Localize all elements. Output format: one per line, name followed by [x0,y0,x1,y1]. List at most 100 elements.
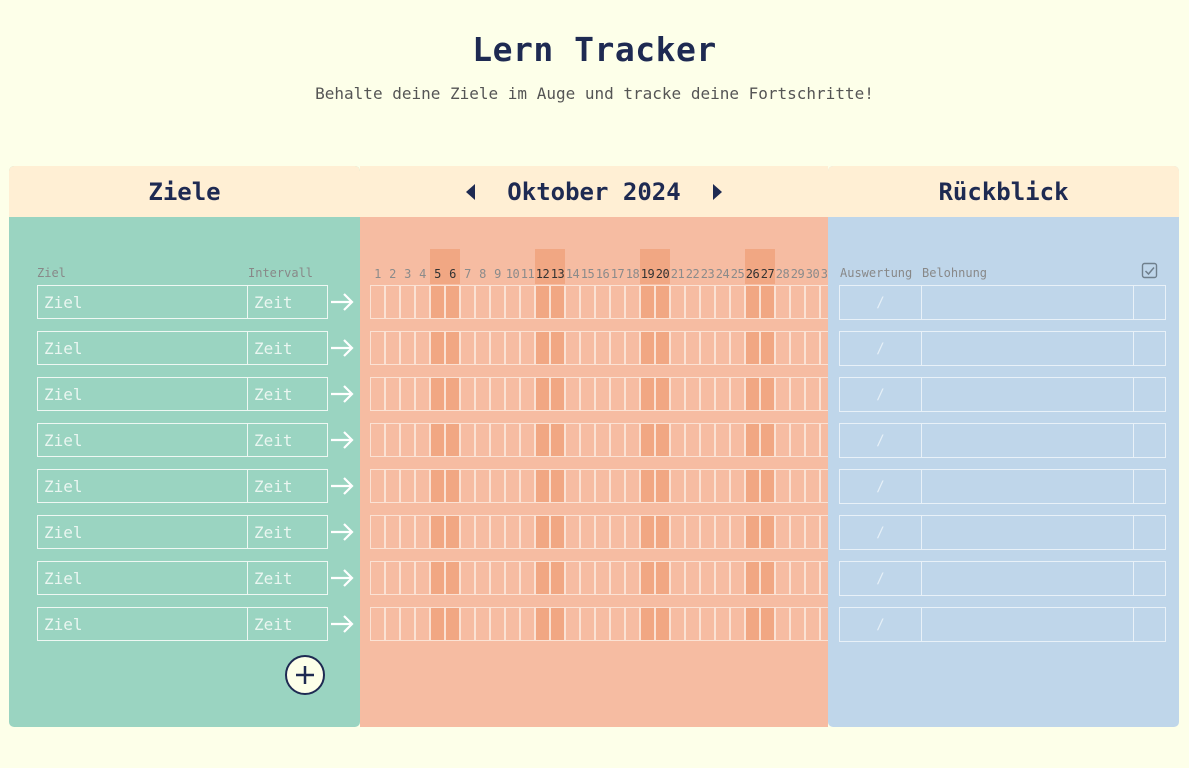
day-cell[interactable] [730,515,745,549]
day-cell[interactable] [550,469,565,503]
day-cell[interactable] [640,515,655,549]
reward-field[interactable] [921,423,1134,458]
goal-input[interactable]: Ziel [37,423,248,457]
day-cell[interactable] [505,285,520,319]
day-cell[interactable] [400,285,415,319]
day-cell[interactable] [430,515,445,549]
day-cell[interactable] [595,515,610,549]
day-cell[interactable] [460,331,475,365]
day-cell[interactable] [655,285,670,319]
day-cell[interactable] [535,469,550,503]
day-cell[interactable] [595,469,610,503]
day-cell[interactable] [655,377,670,411]
day-cell[interactable] [490,469,505,503]
day-cell[interactable] [385,331,400,365]
day-cell[interactable] [730,561,745,595]
day-cell[interactable] [745,607,760,641]
day-cell[interactable] [385,377,400,411]
day-cell[interactable] [700,423,715,457]
day-cell[interactable] [640,377,655,411]
day-cell[interactable] [535,607,550,641]
day-cell[interactable] [550,285,565,319]
day-cell[interactable] [715,285,730,319]
day-cell[interactable] [730,285,745,319]
day-cell[interactable] [655,561,670,595]
day-cell[interactable] [655,515,670,549]
day-cell[interactable] [445,377,460,411]
day-cell[interactable] [625,515,640,549]
day-cell[interactable] [625,377,640,411]
interval-input[interactable]: Zeit [247,515,328,549]
day-cell[interactable] [700,561,715,595]
reward-field[interactable] [921,607,1134,642]
day-cell[interactable] [670,285,685,319]
day-cell[interactable] [775,331,790,365]
day-cell[interactable] [700,377,715,411]
done-checkbox[interactable] [1133,515,1166,550]
day-cell[interactable] [415,469,430,503]
day-cell[interactable] [820,607,828,641]
day-cell[interactable] [490,607,505,641]
arrow-right-icon[interactable] [329,335,355,361]
day-cell[interactable] [640,607,655,641]
day-cell[interactable] [595,607,610,641]
goal-input[interactable]: Ziel [37,377,248,411]
evaluation-field[interactable]: / [839,285,922,320]
day-cell[interactable] [565,607,580,641]
day-cell[interactable] [760,331,775,365]
day-cell[interactable] [610,285,625,319]
goal-input[interactable]: Ziel [37,285,248,319]
day-cell[interactable] [400,607,415,641]
day-cell[interactable] [820,515,828,549]
day-cell[interactable] [445,607,460,641]
day-cell[interactable] [655,607,670,641]
day-cell[interactable] [505,377,520,411]
day-cell[interactable] [685,285,700,319]
day-cell[interactable] [415,607,430,641]
day-cell[interactable] [610,377,625,411]
day-cell[interactable] [640,469,655,503]
day-cell[interactable] [520,377,535,411]
day-cell[interactable] [820,285,828,319]
triangle-left-icon[interactable] [463,183,479,201]
goal-input[interactable]: Ziel [37,331,248,365]
day-cell[interactable] [505,331,520,365]
day-cell[interactable] [805,423,820,457]
day-cell[interactable] [505,423,520,457]
interval-input[interactable]: Zeit [247,331,328,365]
evaluation-field[interactable]: / [839,377,922,412]
day-cell[interactable] [415,423,430,457]
day-cell[interactable] [415,377,430,411]
day-cell[interactable] [430,377,445,411]
day-cell[interactable] [400,331,415,365]
day-cell[interactable] [670,331,685,365]
day-cell[interactable] [805,607,820,641]
done-checkbox[interactable] [1133,423,1166,458]
done-checkbox[interactable] [1133,607,1166,642]
day-cell[interactable] [745,331,760,365]
day-cell[interactable] [550,515,565,549]
day-cell[interactable] [805,469,820,503]
day-cell[interactable] [760,377,775,411]
day-cell[interactable] [805,561,820,595]
day-cell[interactable] [490,377,505,411]
day-cell[interactable] [790,607,805,641]
arrow-right-icon[interactable] [329,473,355,499]
day-cell[interactable] [700,515,715,549]
day-cell[interactable] [670,515,685,549]
day-cell[interactable] [505,469,520,503]
day-cell[interactable] [490,423,505,457]
day-cell[interactable] [550,423,565,457]
day-cell[interactable] [595,423,610,457]
day-cell[interactable] [400,469,415,503]
day-cell[interactable] [775,515,790,549]
day-cell[interactable] [475,515,490,549]
day-cell[interactable] [565,469,580,503]
day-cell[interactable] [745,469,760,503]
day-cell[interactable] [385,561,400,595]
interval-input[interactable]: Zeit [247,469,328,503]
day-cell[interactable] [715,377,730,411]
day-cell[interactable] [775,423,790,457]
day-cell[interactable] [655,331,670,365]
done-checkbox[interactable] [1133,331,1166,366]
